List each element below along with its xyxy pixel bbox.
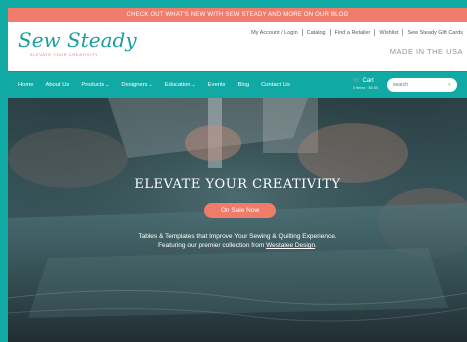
- nav-label: About Us: [45, 82, 70, 88]
- find-retailer-link[interactable]: Find a Retailer: [335, 30, 371, 36]
- catalog-link[interactable]: Catalog: [307, 30, 326, 36]
- nav-item-home[interactable]: Home: [18, 82, 33, 88]
- hero-banner: ELEVATE YOUR CREATIVITY On Sale Now Tabl…: [8, 98, 467, 342]
- divider: [301, 29, 303, 36]
- cart-label: Cart: [362, 78, 374, 84]
- site-header: Sew Steady Elevate your creativity My Ac…: [8, 22, 467, 71]
- nav-item-events[interactable]: Events: [208, 82, 226, 88]
- nav-label: Designers: [121, 82, 148, 88]
- chevron-down-icon: ⌄: [148, 82, 153, 88]
- gift-cards-link[interactable]: Sew Steady Gift Cards: [407, 30, 463, 36]
- wishlist-link[interactable]: Wishlist: [379, 30, 398, 36]
- nav-item-contact-us[interactable]: Contact Us: [261, 82, 290, 88]
- nav-item-education[interactable]: Education ⌄: [165, 82, 196, 88]
- cart-icon: 🛒: [353, 78, 361, 84]
- nav-label: Education: [164, 82, 191, 88]
- nav-label: Events: [207, 82, 226, 88]
- account-login-link[interactable]: My Account / Login: [251, 30, 297, 36]
- divider: [402, 29, 404, 36]
- made-in-usa: MADE IN THE USA: [389, 47, 463, 56]
- nav-item-about-us[interactable]: About Us: [45, 82, 69, 88]
- nav-label: Home: [18, 82, 34, 88]
- divider: [374, 29, 376, 36]
- featuring-text: Featuring our premier collection from: [158, 242, 267, 249]
- logo-name[interactable]: Sew Steady: [18, 29, 137, 51]
- nav-label: Contact Us: [261, 82, 290, 88]
- cart-button[interactable]: 🛒 Cart 0 items · $0.00: [353, 78, 378, 92]
- nav-label: Products: [81, 82, 105, 88]
- nav-item-blog[interactable]: Blog: [237, 82, 249, 88]
- cart-summary: 0 items · $0.00: [353, 86, 379, 90]
- period-text: .: [315, 242, 317, 249]
- announcement-bar[interactable]: Check out what's new with Sew Steady and…: [8, 8, 467, 22]
- hero-background-image: [8, 98, 467, 342]
- logo[interactable]: Sew Steady Elevate your creativity: [18, 29, 137, 57]
- search-box[interactable]: ⌕: [387, 78, 457, 92]
- hero-subtitle: Tables & Templates that Improve Your Sew…: [8, 232, 467, 250]
- nav-label: Blog: [237, 82, 250, 88]
- announcement-text[interactable]: Check out what's new with Sew Steady and…: [127, 12, 349, 18]
- chevron-down-icon: ⌄: [105, 82, 110, 88]
- divider: [329, 29, 331, 36]
- nav-item-designers[interactable]: Designers ⌄: [121, 82, 152, 88]
- nav-item-products[interactable]: Products ⌄: [81, 82, 109, 88]
- hero-subtitle-line-2: Featuring our premier collection from We…: [8, 241, 467, 250]
- main-nav: Home About Us Products ⌄ Designers ⌄ Educa…: [8, 71, 467, 98]
- on-sale-now-button[interactable]: On Sale Now: [204, 203, 276, 218]
- hero-title: ELEVATE YOUR CREATIVITY: [134, 177, 341, 192]
- chevron-down-icon: ⌄: [191, 82, 196, 88]
- hero-subtitle-line-1: Tables & Templates that Improve Your Sew…: [138, 233, 337, 240]
- page: Check out what's new with Sew Steady and…: [8, 8, 467, 342]
- utility-links: My Account / Login Catalog Find a Retail…: [251, 29, 463, 36]
- logo-tagline: Elevate your creativity: [30, 52, 99, 57]
- westalee-design-link[interactable]: Westalee Design: [266, 242, 315, 249]
- search-icon[interactable]: ⌕: [448, 82, 451, 89]
- search-input[interactable]: [393, 82, 443, 88]
